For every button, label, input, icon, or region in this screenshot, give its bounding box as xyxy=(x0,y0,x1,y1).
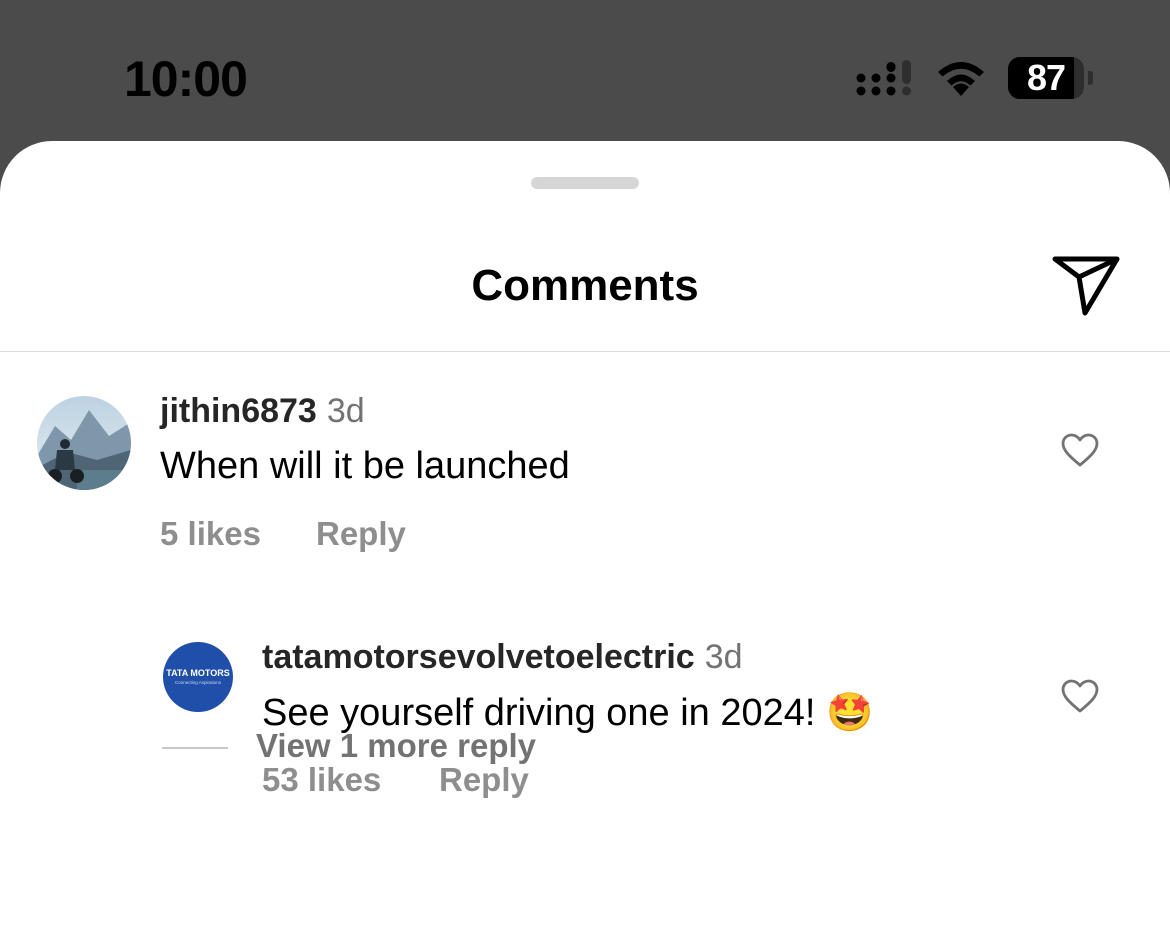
likes-count[interactable]: 53 likes xyxy=(262,761,381,799)
comment-username[interactable]: tatamotorsevolvetoelectric 3d xyxy=(262,638,743,677)
likes-count[interactable]: 5 likes xyxy=(160,515,261,553)
status-time: 10:00 xyxy=(124,51,248,107)
wifi-icon xyxy=(938,62,984,96)
heart-icon[interactable] xyxy=(1060,432,1100,468)
comment-username[interactable]: jithin6873 3d xyxy=(160,392,365,431)
username-text[interactable]: jithin6873 xyxy=(160,392,317,430)
sheet-grabber[interactable] xyxy=(531,177,639,189)
comment-time: 3d xyxy=(704,638,743,676)
heart-icon[interactable] xyxy=(1060,678,1100,714)
view-more-replies-button[interactable]: View 1 more reply xyxy=(256,727,536,765)
status-bar: 10:00 87 xyxy=(0,0,1170,141)
signal-icon xyxy=(856,60,911,96)
avatar-photo xyxy=(37,396,131,490)
avatar[interactable] xyxy=(37,396,131,490)
battery-icon: 87 xyxy=(1008,57,1093,99)
reply-button[interactable]: Reply xyxy=(439,761,529,799)
view-more-divider xyxy=(162,747,228,749)
comment-text: When will it be launched xyxy=(160,445,570,487)
sheet-title: Comments xyxy=(471,261,699,310)
reply-button[interactable]: Reply xyxy=(316,515,406,553)
header-divider xyxy=(0,351,1170,352)
comment-time: 3d xyxy=(326,392,365,430)
avatar-logo-text: TATA MOTORS xyxy=(166,668,230,678)
battery-level: 87 xyxy=(1026,57,1066,98)
tata-motors-logo: TATA MOTORS Connecting Aspirations xyxy=(166,668,230,685)
avatar-tata-motors[interactable]: TATA MOTORS Connecting Aspirations xyxy=(163,642,233,712)
send-icon[interactable] xyxy=(1050,253,1122,317)
username-text[interactable]: tatamotorsevolvetoelectric xyxy=(262,638,695,676)
avatar-logo-subtext: Connecting Aspirations xyxy=(175,680,222,685)
